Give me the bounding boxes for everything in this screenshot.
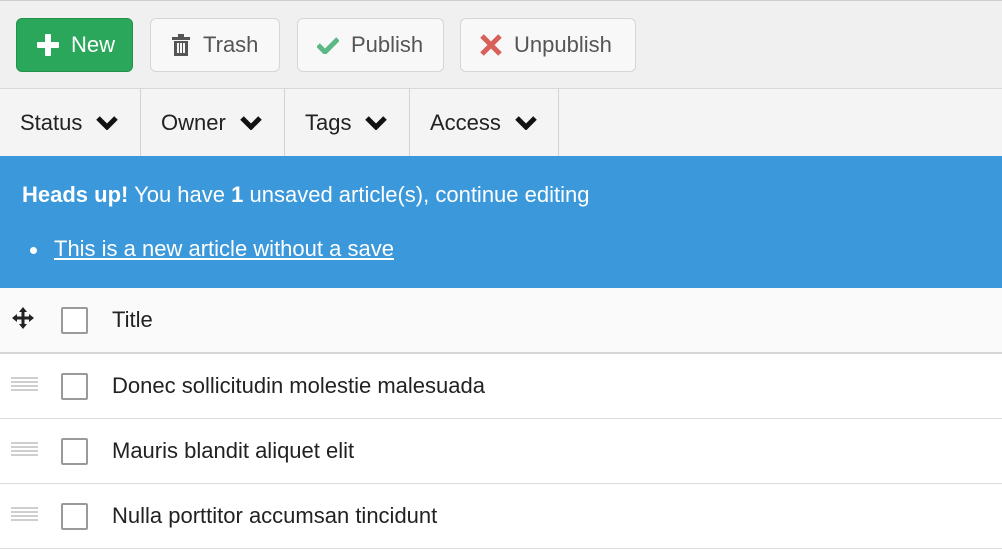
filter-status[interactable]: Status <box>0 89 141 156</box>
new-label: New <box>71 32 116 57</box>
article-title[interactable]: Mauris blandit aliquet elit <box>112 438 354 464</box>
chevron-down-icon <box>365 115 388 130</box>
filter-status-label: Status <box>20 109 83 135</box>
publish-label: Publish <box>351 32 424 57</box>
article-title[interactable]: Donec sollicitudin molestie malesuada <box>112 373 485 399</box>
articles-table: Title Donec sollicitudin molestie malesu… <box>0 288 1002 549</box>
filter-bar: Status Owner Tags Access <box>0 88 1002 156</box>
toolbar: New Trash Publish Unpublish <box>0 0 1002 88</box>
plus-icon <box>37 34 59 56</box>
filter-access[interactable]: Access <box>410 89 559 156</box>
select-all-checkbox[interactable] <box>61 306 88 334</box>
filter-owner-label: Owner <box>161 109 226 135</box>
table-row[interactable]: Mauris blandit aliquet elit <box>0 419 1002 484</box>
alert-heading: Heads up! <box>22 182 129 207</box>
chevron-down-icon <box>240 115 262 130</box>
filter-access-label: Access <box>430 109 501 135</box>
filter-tags[interactable]: Tags <box>285 89 410 156</box>
trash-icon <box>171 34 191 56</box>
new-button[interactable]: New <box>16 18 133 72</box>
publish-button[interactable]: Publish <box>297 18 444 72</box>
bullet <box>30 247 37 254</box>
drag-handle-icon[interactable] <box>11 506 38 527</box>
alert-count: 1 <box>231 182 244 207</box>
table-header: Title <box>0 288 1002 354</box>
drag-handle-icon[interactable] <box>11 376 38 397</box>
row-checkbox[interactable] <box>61 502 88 530</box>
trash-label: Trash <box>203 32 259 57</box>
x-icon <box>480 34 502 56</box>
move-icon <box>11 306 38 335</box>
drag-handle-icon[interactable] <box>11 441 38 462</box>
table-row[interactable]: Nulla porttitor accumsan tincidunt <box>0 484 1002 549</box>
column-header-title: Title <box>112 307 153 332</box>
unsaved-alert: Heads up! You have 1 unsaved article(s),… <box>0 156 1002 288</box>
article-title[interactable]: Nulla porttitor accumsan tincidunt <box>112 503 437 529</box>
row-checkbox[interactable] <box>61 372 88 400</box>
filter-tags-label: Tags <box>305 109 352 135</box>
filter-owner[interactable]: Owner <box>141 89 285 156</box>
unpublish-label: Unpublish <box>514 32 612 57</box>
unsaved-article-link[interactable]: This is a new article without a save <box>54 236 394 262</box>
chevron-down-icon <box>515 115 537 130</box>
row-checkbox[interactable] <box>61 437 88 465</box>
trash-button[interactable]: Trash <box>150 18 280 72</box>
unpublish-button[interactable]: Unpublish <box>460 18 636 72</box>
check-icon <box>317 36 339 54</box>
alert-text: You have <box>128 182 232 207</box>
alert-text: unsaved article(s), continue editing <box>243 182 590 207</box>
chevron-down-icon <box>96 115 119 130</box>
alert-message: Heads up! You have 1 unsaved article(s),… <box>22 182 589 208</box>
table-row[interactable]: Donec sollicitudin molestie malesuada <box>0 354 1002 419</box>
